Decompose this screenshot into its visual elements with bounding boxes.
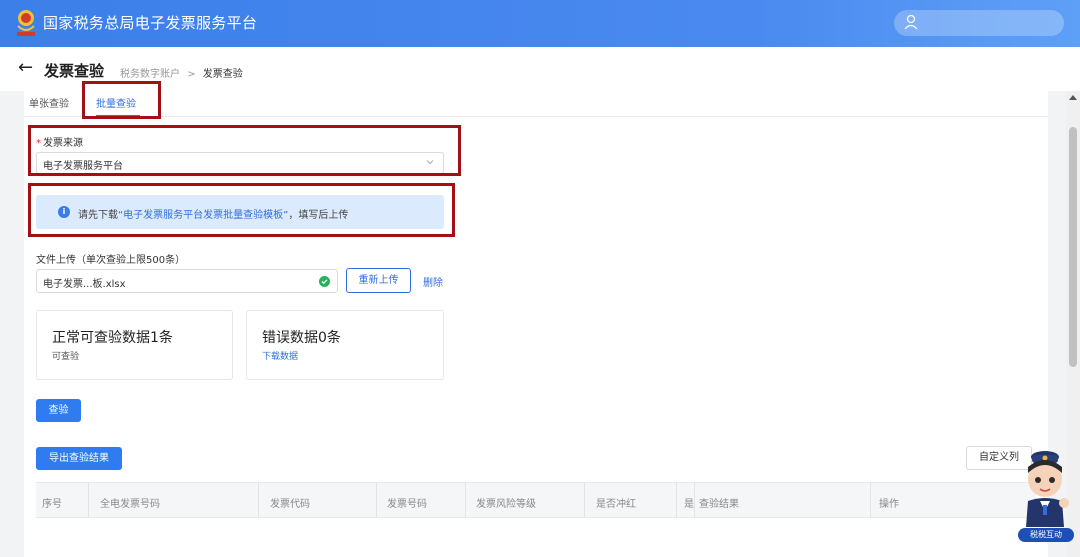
- export-results-button[interactable]: 导出查验结果: [36, 447, 122, 470]
- tab-batch-verify[interactable]: 批量查验: [96, 95, 136, 110]
- column-divider: [88, 483, 89, 517]
- file-name: 电子发票...板.xlsx: [43, 279, 126, 290]
- app-title: 国家税务总局电子发票服务平台: [43, 14, 258, 32]
- sub-header: ← 发票查验 税务数字账户 > 发票查验: [0, 47, 1080, 91]
- error-data-count: 错误数据0条: [262, 330, 341, 346]
- tax-emblem-icon: [17, 10, 35, 36]
- breadcrumb: 税务数字账户 > 发票查验: [120, 65, 243, 80]
- download-data-link[interactable]: 下载数据: [262, 349, 298, 362]
- column-header: 查验结果: [699, 499, 739, 510]
- invoice-source-label: * 发票来源: [36, 138, 83, 149]
- breadcrumb-separator: >: [187, 69, 196, 80]
- breadcrumb-item[interactable]: 税务数字账户: [120, 69, 180, 80]
- column-divider: [376, 483, 377, 517]
- delete-link[interactable]: 删除: [423, 274, 443, 289]
- valid-data-card: 正常可查验数据1条 可查验: [36, 310, 233, 380]
- column-header: 操作: [879, 499, 899, 510]
- column-header: 是否冲红: [596, 499, 636, 510]
- chevron-down-icon: [426, 160, 434, 165]
- notice-text: 请先下载“电子发票服务平台发票批量查验模板”，填写后上传: [78, 210, 349, 221]
- page-title: 发票查验: [44, 62, 105, 80]
- mascot-badge[interactable]: 税税互动: [1018, 528, 1074, 542]
- scroll-up-arrow-icon[interactable]: [1069, 95, 1077, 100]
- check-circle-icon: [319, 276, 330, 287]
- verify-button[interactable]: 查验: [36, 399, 81, 422]
- column-divider: [676, 483, 677, 517]
- tab-bar: 单张查验 批量查验: [24, 91, 1048, 117]
- results-table-header: 序号 全电发票号码 发票代码 发票号码 发票风险等级 是否冲红 是 查验结果 操…: [36, 482, 1036, 518]
- column-header: 发票代码: [270, 499, 310, 510]
- template-download-link[interactable]: “电子发票服务平台发票批量查验模板”: [118, 210, 288, 221]
- back-arrow-icon[interactable]: ←: [18, 57, 33, 78]
- info-icon: i: [58, 206, 70, 218]
- column-divider: [584, 483, 585, 517]
- invoice-source-select[interactable]: 电子发票服务平台: [36, 152, 444, 174]
- column-header: 全电发票号码: [100, 499, 160, 510]
- required-mark: *: [36, 138, 41, 149]
- template-notice: i 请先下载“电子发票服务平台发票批量查验模板”，填写后上传: [36, 195, 444, 229]
- column-divider: [870, 483, 871, 517]
- valid-data-sub: 可查验: [52, 352, 80, 362]
- valid-data-count: 正常可查验数据1条: [52, 330, 173, 346]
- invoice-source-value: 电子发票服务平台: [43, 161, 123, 172]
- scrollbar-thumb[interactable]: [1069, 127, 1077, 367]
- column-header: 发票风险等级: [476, 499, 536, 510]
- column-header: 是: [684, 499, 694, 510]
- column-header: 序号: [42, 499, 62, 510]
- tab-single-verify[interactable]: 单张查验: [29, 95, 69, 110]
- top-bar: 国家税务总局电子发票服务平台: [0, 0, 1080, 47]
- column-divider: [694, 483, 695, 517]
- column-divider: [258, 483, 259, 517]
- uploaded-file-field: 电子发票...板.xlsx: [36, 269, 338, 293]
- upload-label: 文件上传（单次查验上限500条）: [36, 255, 186, 266]
- user-icon: [904, 14, 918, 30]
- column-divider: [465, 483, 466, 517]
- tab-active-indicator: [96, 115, 140, 117]
- reupload-button[interactable]: 重新上传: [346, 268, 411, 293]
- breadcrumb-current: 发票查验: [202, 69, 243, 80]
- column-header: 发票号码: [387, 499, 427, 510]
- main-content: 单张查验 批量查验 * 发票来源 电子发票服务平台 i 请先下载“电子发票服务平台…: [24, 91, 1048, 557]
- user-menu[interactable]: [894, 10, 1064, 36]
- error-data-card: 错误数据0条 下载数据: [246, 310, 444, 380]
